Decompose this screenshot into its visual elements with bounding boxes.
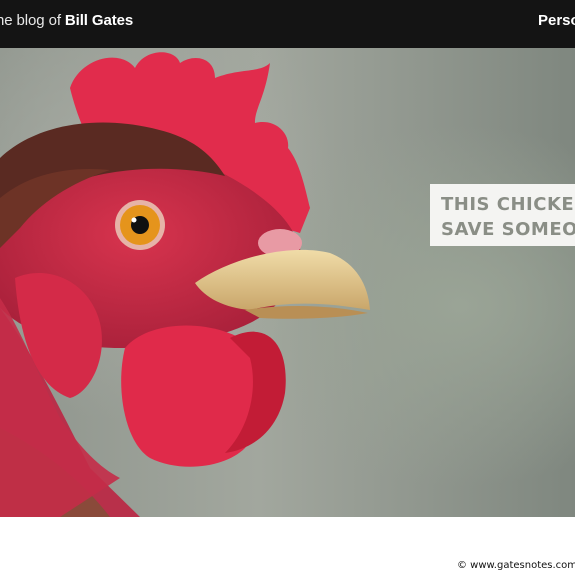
- brand-prefix: he blog of: [0, 12, 61, 29]
- site-brand[interactable]: he blog of Bill Gates: [0, 12, 133, 29]
- watermark-text: © www.gatesnotes.com: [457, 560, 575, 571]
- caption-line-1: THIS CHICKE: [441, 194, 575, 215]
- hero-caption: THIS CHICKE SAVE SOMEO: [430, 184, 575, 246]
- hero-image: THIS CHICKE SAVE SOMEO: [0, 48, 575, 517]
- nav-link-personal[interactable]: Perso: [538, 12, 575, 29]
- caption-line-2: SAVE SOMEO: [441, 219, 575, 240]
- brand-name: Bill Gates: [64, 12, 134, 29]
- rooster-illustration: [0, 52, 370, 517]
- top-navigation-bar: he blog ofBill Gates Perso: [0, 0, 575, 48]
